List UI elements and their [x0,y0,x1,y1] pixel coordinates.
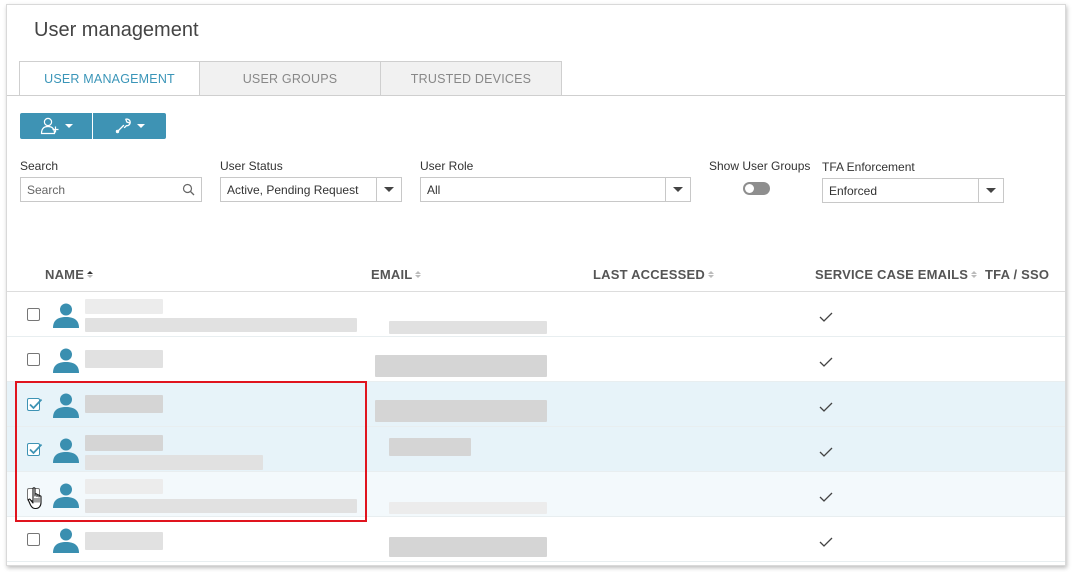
column-header-email-label: EMAIL [371,267,413,282]
tfa-enforcement-label: TFA Enforcement [822,160,915,174]
show-user-groups-toggle[interactable] [743,182,770,195]
column-header-name[interactable]: NAME [45,267,94,282]
tab-user-management[interactable]: USER MANAGEMENT [19,61,200,96]
page-title: User management [34,19,199,41]
user-avatar-icon [53,348,79,373]
annotation-highlight-box [15,381,367,522]
sort-icon [87,271,94,278]
row-checkbox[interactable] [27,308,40,321]
wrench-icon [115,118,131,134]
user-role-label: User Role [420,159,474,173]
toolbar [20,113,166,139]
user-status-dropdown-button[interactable] [376,178,401,201]
column-header-service-case-emails-label: SERVICE CASE EMAILS [815,267,969,282]
user-avatar-icon [53,303,79,328]
add-user-button[interactable] [20,113,92,139]
check-icon [819,357,833,367]
search-icon [182,183,195,196]
column-header-last-accessed-label: LAST ACCESSED [593,267,705,282]
hand-cursor-icon [27,487,42,510]
chevron-down-icon [384,187,394,192]
user-status-select[interactable]: Active, Pending Request [220,177,402,202]
sort-icon [415,271,422,278]
redacted-name [85,350,163,368]
check-icon [819,492,833,502]
tfa-enforcement-value: Enforced [829,183,878,198]
redacted-text [85,318,357,332]
toggle-knob [745,184,754,193]
column-header-tfa-sso-label: TFA / SSO [985,267,1050,282]
sort-icon [707,271,714,278]
redacted-email [375,400,547,422]
user-role-select[interactable]: All [420,177,691,202]
row-checkbox[interactable] [27,533,40,546]
row-checkbox[interactable] [27,353,40,366]
check-icon [819,312,833,322]
search-input[interactable]: Search [27,183,65,197]
tab-divider [7,95,1065,96]
user-status-label: User Status [220,159,283,173]
column-header-name-label: NAME [45,267,85,282]
table-row[interactable] [7,337,1065,382]
redacted-email [389,438,471,456]
user-role-value: All [427,182,441,197]
check-icon [819,447,833,457]
search-label: Search [20,159,59,173]
check-icon [819,402,833,412]
user-role-dropdown-button[interactable] [665,178,690,201]
table-row[interactable] [7,292,1065,337]
app-window: User management USER MANAGEMENT USER GRO… [6,4,1066,566]
check-icon [819,537,833,547]
show-user-groups-label: Show User Groups [709,159,811,173]
chevron-down-icon [137,124,145,128]
redacted-name [85,299,163,314]
chevron-down-icon [673,187,683,192]
column-header-tfa-sso[interactable]: TFA / SSO [985,267,1049,282]
user-add-icon [40,117,58,135]
column-header-service-case-emails[interactable]: SERVICE CASE EMAILS [815,267,978,282]
tools-button[interactable] [93,113,166,139]
tab-trusted-devices[interactable]: TRUSTED DEVICES [381,61,562,96]
sort-icon [971,271,978,278]
chevron-down-icon [64,124,73,128]
column-header-last-accessed[interactable]: LAST ACCESSED [593,267,714,282]
redacted-email [375,355,547,377]
tfa-enforcement-dropdown-button[interactable] [978,179,1003,202]
tfa-enforcement-select[interactable]: Enforced [822,178,1004,203]
user-avatar-icon [53,528,79,553]
redacted-email [389,537,547,557]
tab-user-groups[interactable]: USER GROUPS [200,61,381,96]
redacted-email [389,502,547,514]
column-header-email[interactable]: EMAIL [371,267,422,282]
redacted-email [389,321,547,334]
search-field[interactable]: Search [20,177,202,202]
tab-bar: USER MANAGEMENT USER GROUPS TRUSTED DEVI… [19,61,562,96]
table-row[interactable] [7,517,1065,562]
user-status-value: Active, Pending Request [227,182,359,197]
chevron-down-icon [986,188,996,193]
redacted-name [85,532,163,550]
